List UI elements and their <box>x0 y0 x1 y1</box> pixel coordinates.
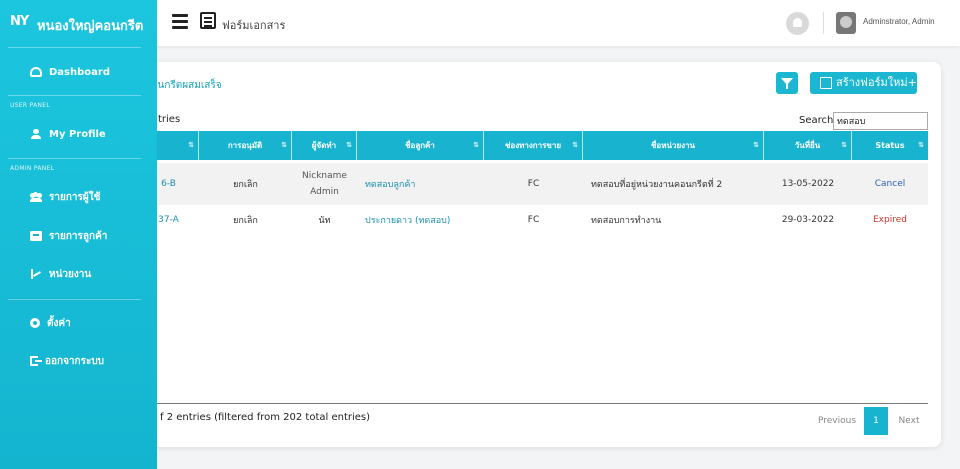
table-row: 37-A ยกเลิก นัท ประกายดาว (ทดสอบ) FC ทดส… <box>138 205 928 235</box>
sidebar-item-dashboard[interactable]: Dashboard <box>30 63 110 81</box>
sidebar-item-units[interactable]: หน่วยงาน <box>30 265 91 283</box>
sidebar-item-profile[interactable]: My Profile <box>30 125 106 143</box>
cell-unit: ทดสอบที่อยู่หน่วยงานคอนกรีตที่ 2 <box>591 180 723 190</box>
sidebar-divider <box>8 299 141 300</box>
sidebar-item-label: My Profile <box>49 128 106 140</box>
page-title: ฟอร์มเอกสาร <box>222 19 286 32</box>
cell-author: Nickname Admin <box>302 171 347 197</box>
brand-name: หนองใหญ่คอนกรีต <box>37 19 144 34</box>
header-divider <box>823 12 824 34</box>
sidebar-item-users[interactable]: รายการผู้ใช้ <box>30 188 100 206</box>
filter-button[interactable] <box>776 72 798 94</box>
table-info: f 2 entries (filtered from 202 total ent… <box>160 412 371 423</box>
cell-author: นัท <box>318 216 331 226</box>
th-unit[interactable]: ชื่อหน่วยงาน ⇅ <box>583 131 764 160</box>
table-row: 6-B ยกเลิก Nickname Admin ทดสอบลูกค้า FC … <box>138 163 928 205</box>
cell-customer[interactable]: ประกายดาว (ทดสอบ) <box>357 205 484 235</box>
search-input[interactable] <box>833 112 928 130</box>
sidebar-divider <box>8 95 141 96</box>
status-badge: Cancel <box>874 179 906 189</box>
address-card-icon <box>30 231 42 241</box>
users-icon <box>30 192 42 202</box>
th-approval[interactable]: การอนุมัติ ⇅ <box>199 131 292 160</box>
sidebar-item-label: ออกจากระบบ <box>45 355 105 367</box>
pagination-page-1[interactable]: 1 <box>864 407 888 435</box>
notification-bell-icon[interactable] <box>786 12 809 35</box>
cell-channel: FC <box>527 179 540 189</box>
cell-approval: ยกเลิก <box>233 180 258 190</box>
sign-out-icon <box>30 356 42 366</box>
cell-approval: ยกเลิก <box>233 216 258 226</box>
brand-logo-icon: NY <box>10 14 29 29</box>
sidebar-divider <box>8 47 141 48</box>
form-add-icon <box>820 77 832 89</box>
sidebar-item-label: หน่วยงาน <box>49 268 92 280</box>
status-badge: Expired <box>873 215 907 225</box>
th-channel[interactable]: ช่องทางการขาย ⇅ <box>484 131 583 160</box>
th-customer[interactable]: ชื่อลูกค้า ⇅ <box>357 131 484 160</box>
menu-toggle-icon[interactable] <box>172 14 188 29</box>
sidebar: NY หนองใหญ่คอนกรีต Dashboard USER PANEL … <box>0 0 157 469</box>
user-icon <box>30 129 42 139</box>
user-avatar[interactable] <box>836 12 856 34</box>
sidebar-item-logout[interactable]: ออกจากระบบ <box>30 352 104 370</box>
cell-unit: ทดสอบการทำงาน <box>591 216 662 226</box>
sidebar-item-label: ตั้งค่า <box>47 317 71 329</box>
cell-date: 29-03-2022 <box>781 215 835 225</box>
pagination-previous[interactable]: Previous <box>812 407 862 435</box>
create-form-button[interactable]: สร้างฟอร์มใหม่+ <box>810 72 917 94</box>
cell-date: 13-05-2022 <box>781 179 835 189</box>
sidebar-item-label: รายการผู้ใช้ <box>49 191 101 203</box>
create-form-label: สร้างฟอร์มใหม่+ <box>836 76 917 89</box>
user-name[interactable]: Adminstrator, Admin <box>863 17 935 26</box>
sidebar-item-label: Dashboard <box>49 66 110 78</box>
form-icon <box>200 12 216 29</box>
table-header: ⇅ การอนุมัติ ⇅ ผู้จัดทำ ⇅ ชื่อลูกค้า ⇅ ช่อง… <box>138 131 928 160</box>
table-divider <box>138 403 928 404</box>
th-date[interactable]: วันที่ยื่น ⇅ <box>764 131 852 160</box>
sidebar-divider <box>8 158 141 159</box>
gear-icon <box>30 318 40 328</box>
search-label: Search: <box>799 115 837 126</box>
section-admin-panel: ADMIN PANEL <box>10 165 55 172</box>
cell-customer[interactable]: ทดสอบลูกค้า <box>357 163 484 205</box>
section-user-panel: USER PANEL <box>10 102 51 109</box>
entries-label: tries <box>158 114 181 125</box>
th-author[interactable]: ผู้จัดทำ ⇅ <box>292 131 357 160</box>
th-status[interactable]: Status ⇅ <box>852 131 928 160</box>
sitemap-icon <box>30 269 42 279</box>
sidebar-item-customers[interactable]: รายการลูกค้า <box>30 227 107 245</box>
brand[interactable]: NY หนองใหญ่คอนกรีต <box>10 12 150 34</box>
cell-channel: FC <box>527 215 540 225</box>
sidebar-item-settings[interactable]: ตั้งค่า <box>30 314 71 332</box>
sidebar-item-label: รายการลูกค้า <box>49 230 108 242</box>
pagination-next[interactable]: Next <box>894 407 924 435</box>
gauge-icon <box>30 67 42 77</box>
